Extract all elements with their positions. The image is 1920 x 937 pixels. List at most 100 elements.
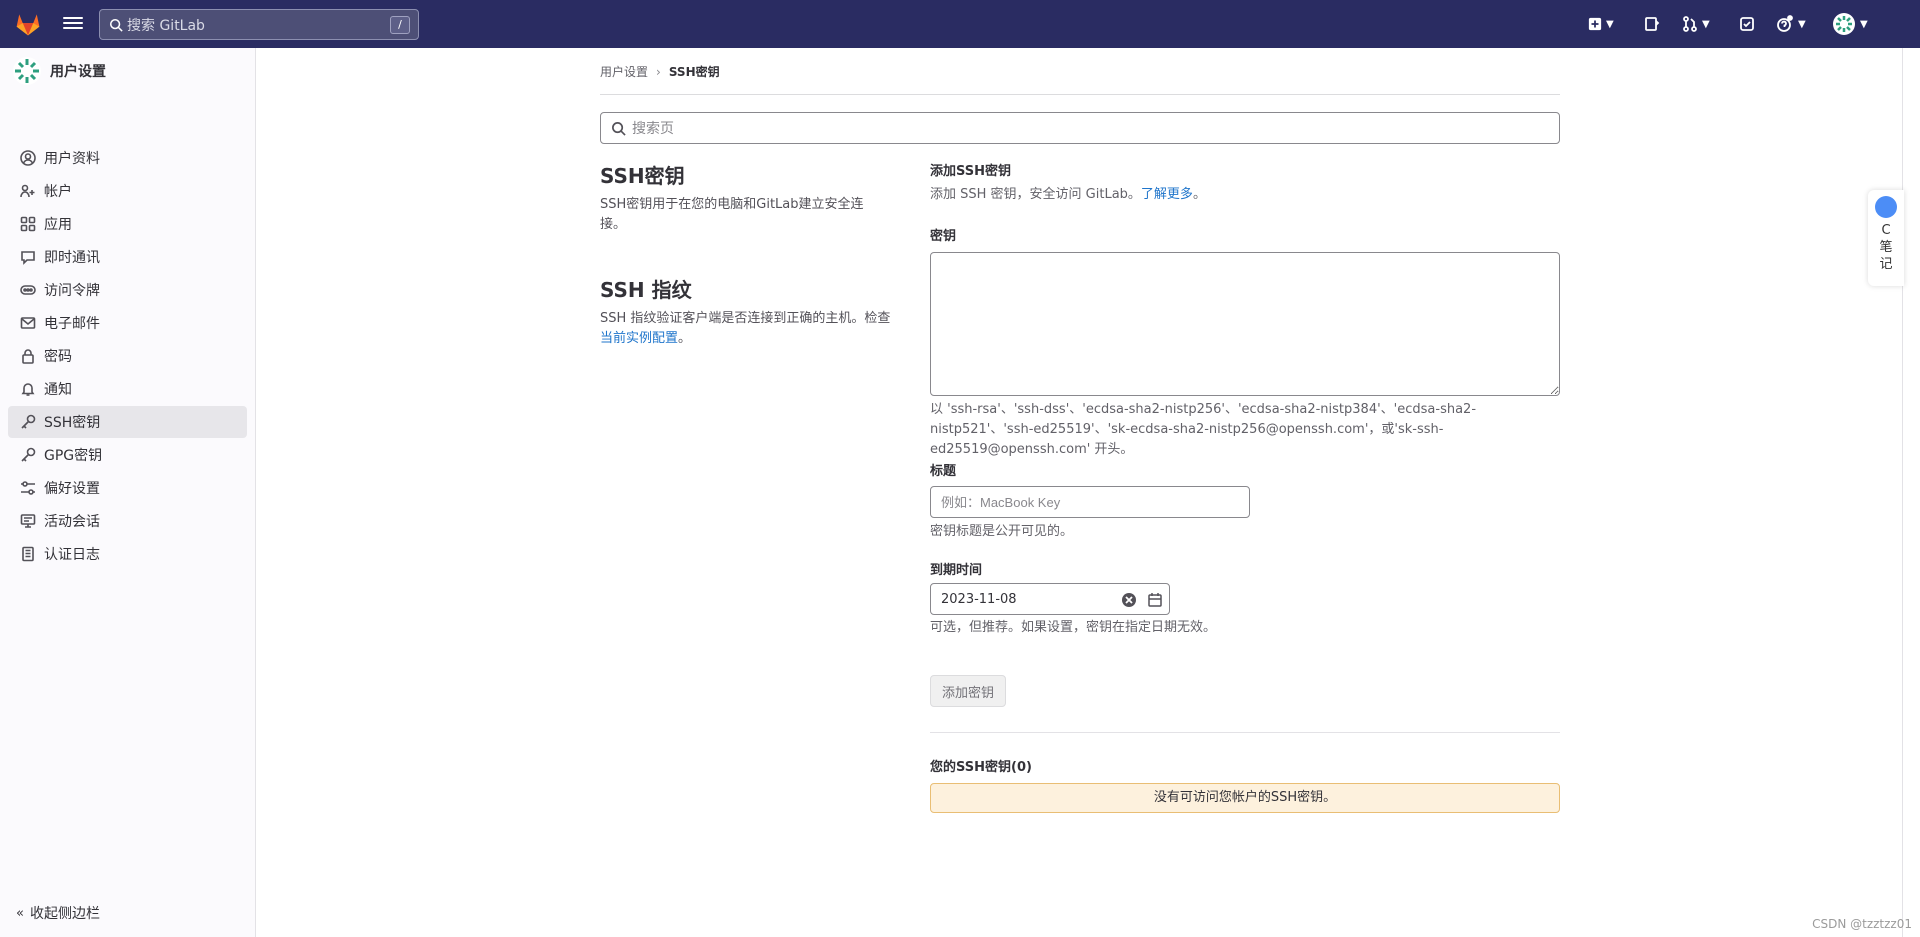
todos-button[interactable] [1739,12,1755,36]
your-ssh-keys-heading: 您的SSH密钥(0) [930,760,1032,775]
merge-requests-button[interactable]: ▼ [1682,12,1710,36]
double-chevron-left-icon: « [16,905,24,921]
preferences-icon [21,481,35,495]
sidebar-item-2[interactable]: 帐户 [8,175,247,207]
sidebar-item-label: GPG密钥 [44,448,103,464]
chevron-down-icon: ▼ [1606,18,1614,30]
expiry-field-group: 到期时间 [930,559,1560,578]
key-textarea[interactable] [930,252,1560,396]
issues-button[interactable] [1644,12,1660,36]
issues-icon [1645,17,1660,31]
add-key-desc-text: 添加 SSH 密钥，安全访问 GitLab。 [930,187,1141,202]
menu-icon[interactable] [63,14,83,34]
sidebar-item-6[interactable]: 电子邮件 [8,307,247,339]
monitor-icon [20,514,36,528]
add-ssh-key-description: 添加 SSH 密钥，安全访问 GitLab。了解更多。 [930,185,1560,205]
add-key-desc-end: 。 [1192,187,1206,202]
help-icon [1777,15,1793,32]
learn-more-link[interactable]: 了解更多 [1141,187,1193,202]
scroll-gutter-divider [1902,48,1903,937]
key-icon [21,414,36,429]
avatar [1833,13,1855,35]
sidebar-item-11[interactable]: 偏好设置 [8,472,247,504]
instance-configuration-link[interactable]: 当前实例配置 [600,331,678,346]
key-format-help: 以 'ssh-rsa'、'ssh-dss'、'ecdsa-sha2-nistp2… [930,402,1477,457]
expiry-date-input[interactable]: 2023-11-08 [930,583,1170,615]
merge-request-icon [1683,16,1697,32]
collapse-sidebar-button[interactable]: « 收起侧边栏 [16,903,100,923]
expiry-label: 到期时间 [930,563,983,578]
help-button[interactable]: ▼ [1776,12,1806,36]
sidebar-item-4[interactable]: 即时通讯 [8,241,247,273]
sidebar-item-label: 访问令牌 [44,283,100,299]
add-ssh-key-form: 添加SSH密钥 添加 SSH 密钥，安全访问 GitLab。了解更多。 [930,160,1560,205]
mail-icon [20,317,36,329]
sidebar-item-label: 活动会话 [44,514,100,530]
add-ssh-key-title: 添加SSH密钥 [930,164,1012,179]
add-key-button[interactable]: 添加密钥 [930,675,1007,707]
user-menu-button[interactable]: ▼ [1832,12,1868,36]
ssh-fingerprints-intro: SSH 指纹 SSH 指纹验证客户端是否连接到正确的主机。检查当前实例配置。 [600,274,900,349]
breadcrumb-divider [600,94,1560,95]
top-navbar: 搜索 GitLab / ▼ ▼ ▼ ▼ [0,0,1920,48]
user-icon [20,150,36,166]
search-icon [109,18,123,32]
title-label: 标题 [930,464,957,479]
sidebar-item-label: 偏好设置 [44,481,100,497]
account-icon [20,184,35,198]
your-ssh-keys-section: 您的SSH密钥(0) [930,756,1560,775]
notes-icon [1875,196,1897,218]
lock-icon [22,349,34,364]
search-shortcut-hint: / [390,16,410,34]
fingerprint-desc-end: 。 [678,331,692,346]
sidebar-item-label: 通知 [44,382,72,398]
create-new-button[interactable]: ▼ [1588,12,1614,36]
breadcrumb: 用户设置 › SSH密钥 [600,63,720,80]
applications-icon [20,216,36,232]
sidebar-item-label: 电子邮件 [44,316,100,332]
calendar-icon[interactable] [1147,592,1163,608]
todo-icon [1740,17,1754,31]
global-search-placeholder: 搜索 GitLab [127,17,205,34]
sidebar-item-8[interactable]: 通知 [8,373,247,405]
sidebar-item-5[interactable]: 访问令牌 [8,274,247,306]
chevron-down-icon: ▼ [1860,18,1868,30]
sidebar-header[interactable]: 用户设置 [12,56,106,86]
sidebar-item-1[interactable]: 用户资料 [8,142,247,174]
sidebar-item-13[interactable]: 认证日志 [8,538,247,570]
sidebar-item-3[interactable]: 应用 [8,208,247,240]
token-icon [20,285,36,295]
search-icon [612,121,626,136]
watermark: CSDN @tzztzz01 [1812,917,1912,931]
bell-icon [21,383,35,396]
collapse-sidebar-label: 收起侧边栏 [29,906,100,922]
avatar [13,57,41,85]
chevron-right-icon: › [656,64,661,79]
log-icon [22,546,34,562]
notes-widget[interactable]: C 笔 记 [1868,190,1904,286]
settings-search-input[interactable]: 搜索页 [600,112,1560,144]
sidebar-item-10[interactable]: GPG密钥 [8,439,247,471]
global-search-input[interactable]: 搜索 GitLab / [99,9,419,40]
gitlab-logo-icon[interactable] [14,10,42,38]
clear-icon[interactable] [1121,592,1137,608]
sidebar-item-label: 用户资料 [44,151,100,167]
breadcrumb-parent-link[interactable]: 用户设置 [600,63,648,80]
expiry-date-value: 2023-11-08 [941,591,1017,607]
sidebar-item-label: SSH密钥 [44,415,101,431]
sidebar-item-7[interactable]: 密码 [8,340,247,372]
expiry-help: 可选，但推荐。如果设置，密钥在指定日期无效。 [930,620,1217,635]
fingerprint-desc-text: SSH 指纹验证客户端是否连接到正确的主机。检查 [600,311,891,326]
section-divider [930,732,1560,733]
sidebar-item-12[interactable]: 活动会话 [8,505,247,537]
comment-icon [21,251,35,265]
title-input[interactable] [930,486,1250,518]
chevron-down-icon: ▼ [1702,18,1710,30]
title-help: 密钥标题是公开可见的。 [930,524,1074,539]
breadcrumb-current: SSH密钥 [668,65,720,79]
ssh-keys-intro: SSH密钥 SSH密钥用于在您的电脑和GitLab建立安全连接。 [600,160,900,235]
key-label: 密钥 [930,229,957,244]
sidebar-item-9[interactable]: SSH密钥 [8,406,247,438]
ssh-fingerprints-title: SSH 指纹 [600,278,692,302]
sidebar-item-label: 应用 [44,217,72,233]
